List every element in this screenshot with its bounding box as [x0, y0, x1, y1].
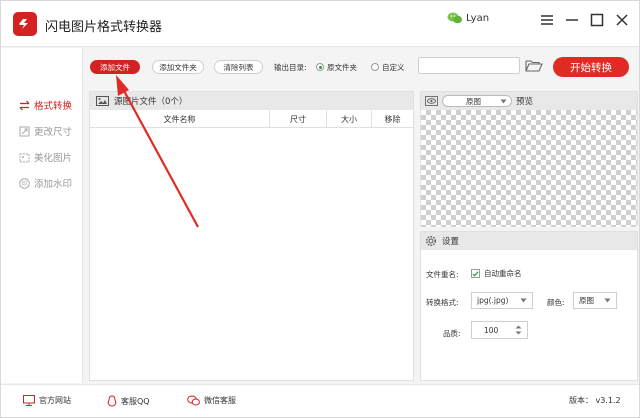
- clear-list-button[interactable]: 清除列表: [214, 60, 263, 74]
- app-title: 闪电图片格式转换器: [45, 20, 163, 35]
- chevron-down-icon: [500, 99, 507, 103]
- sidebar-item-label: 更改尺寸: [34, 127, 73, 138]
- wechat-support-label: 微信客服: [204, 396, 236, 405]
- support-qq-link[interactable]: 客服QQ: [107, 395, 150, 407]
- settings-panel: 设置 文件重名: 自动重命名 转换格式: jpg(.jpg) 颜色: 原图 品质…: [420, 231, 638, 381]
- auto-rename-label: 自动重命名: [484, 269, 522, 278]
- output-custom-radio[interactable]: [371, 63, 379, 71]
- preview-header: 原图 预览: [421, 92, 637, 110]
- file-panel-title: 源图片文件（0个）: [114, 97, 188, 107]
- output-source-label: 原文件夹: [327, 63, 357, 72]
- image-icon: [96, 96, 109, 106]
- column-header-name[interactable]: 文件名称: [90, 110, 270, 128]
- color-label: 颜色:: [547, 298, 565, 307]
- folder-open-icon: [525, 60, 543, 72]
- column-header-size[interactable]: 尺寸: [270, 110, 327, 128]
- sidebar-item-label: 添加水印: [34, 179, 73, 190]
- rename-label: 文件重名:: [426, 270, 459, 279]
- svg-text:印: 印: [22, 180, 28, 187]
- format-value: jpg(.jpg): [477, 296, 509, 305]
- preview-mode-select[interactable]: 原图: [442, 95, 512, 107]
- column-header-filesize[interactable]: 大小: [327, 110, 372, 128]
- sidebar-item-format-convert[interactable]: 格式转换: [19, 98, 72, 112]
- gear-icon: [425, 235, 437, 247]
- swap-icon: [19, 100, 30, 111]
- wechat-icon: [187, 395, 200, 406]
- browse-folder-button[interactable]: [525, 59, 543, 73]
- settings-header: 设置: [421, 232, 637, 250]
- app-window: 闪电图片格式转换器 Lyan 格式转换 更改尺寸 美化图片 印 添加水印 添加文…: [0, 0, 640, 418]
- add-file-button[interactable]: 添加文件: [90, 60, 140, 74]
- color-value: 原图: [579, 296, 594, 305]
- support-qq-label: 客服QQ: [121, 396, 150, 406]
- title-bar: 闪电图片格式转换器 Lyan: [1, 1, 639, 47]
- color-select[interactable]: 原图: [573, 292, 617, 309]
- auto-rename-option[interactable]: 自动重命名: [471, 268, 522, 279]
- menu-button[interactable]: [538, 11, 556, 29]
- wechat-support-link[interactable]: 微信客服: [187, 395, 236, 406]
- version-text: 版本： v3.1.2: [569, 396, 621, 405]
- maximize-icon: [590, 13, 604, 27]
- output-source-radio[interactable]: [316, 63, 324, 71]
- watermark-icon: 印: [19, 177, 30, 189]
- preview-mode-value: 原图: [466, 96, 481, 106]
- preview-label: 预览: [516, 97, 534, 107]
- resize-icon: [19, 126, 30, 137]
- column-header-remove[interactable]: 移除: [372, 110, 413, 128]
- status-bar: 官方网站 客服QQ 微信客服 版本： v3.1.2: [1, 384, 639, 417]
- settings-title: 设置: [442, 237, 460, 247]
- user-account[interactable]: Lyan: [447, 11, 489, 25]
- minimize-icon: [566, 19, 578, 21]
- start-convert-button[interactable]: 开始转换: [553, 57, 629, 77]
- quality-stepper[interactable]: 100: [471, 321, 528, 339]
- sidebar: 格式转换 更改尺寸 美化图片 印 添加水印: [1, 48, 83, 383]
- sidebar-item-label: 格式转换: [34, 101, 73, 112]
- minimize-button[interactable]: [563, 11, 581, 29]
- increment-icon[interactable]: [515, 325, 522, 329]
- output-dir-label: 输出目录:: [274, 63, 307, 72]
- check-icon: [472, 270, 479, 277]
- app-logo: [13, 12, 37, 36]
- decrement-icon[interactable]: [515, 331, 522, 335]
- format-select[interactable]: jpg(.jpg): [471, 292, 533, 309]
- auto-rename-checkbox[interactable]: [471, 269, 480, 278]
- sidebar-item-watermark[interactable]: 印 添加水印: [19, 176, 72, 190]
- menu-icon: [541, 15, 553, 25]
- output-custom-label: 自定义: [382, 63, 405, 72]
- quality-value: 100: [484, 325, 499, 335]
- file-table-header: 文件名称 尺寸 大小 移除: [90, 110, 413, 128]
- output-path-input[interactable]: [418, 57, 520, 74]
- sidebar-item-label: 美化图片: [34, 153, 73, 164]
- qq-icon: [107, 395, 117, 407]
- close-button[interactable]: [613, 11, 631, 29]
- close-icon: [616, 14, 628, 26]
- monitor-icon: [23, 395, 35, 406]
- quality-label: 品质:: [443, 329, 461, 338]
- eye-icon[interactable]: [425, 96, 438, 106]
- wechat-avatar-icon: [447, 12, 462, 24]
- file-panel-header: 源图片文件（0个）: [90, 92, 413, 110]
- official-website-label: 官方网站: [39, 396, 71, 405]
- file-list-panel: 源图片文件（0个） 文件名称 尺寸 大小 移除: [89, 91, 414, 381]
- maximize-button[interactable]: [588, 11, 606, 29]
- beautify-icon: [19, 152, 30, 163]
- sidebar-item-beautify[interactable]: 美化图片: [19, 150, 72, 164]
- chevron-down-icon: [604, 298, 611, 303]
- format-label: 转换格式:: [426, 298, 459, 307]
- preview-canvas: [421, 110, 637, 227]
- sidebar-item-resize[interactable]: 更改尺寸: [19, 124, 72, 138]
- add-folder-button[interactable]: 添加文件夹: [152, 60, 204, 74]
- preview-panel: 原图 预览: [420, 91, 638, 227]
- official-website-link[interactable]: 官方网站: [23, 395, 71, 406]
- chevron-down-icon: [520, 298, 527, 303]
- user-name: Lyan: [466, 12, 490, 24]
